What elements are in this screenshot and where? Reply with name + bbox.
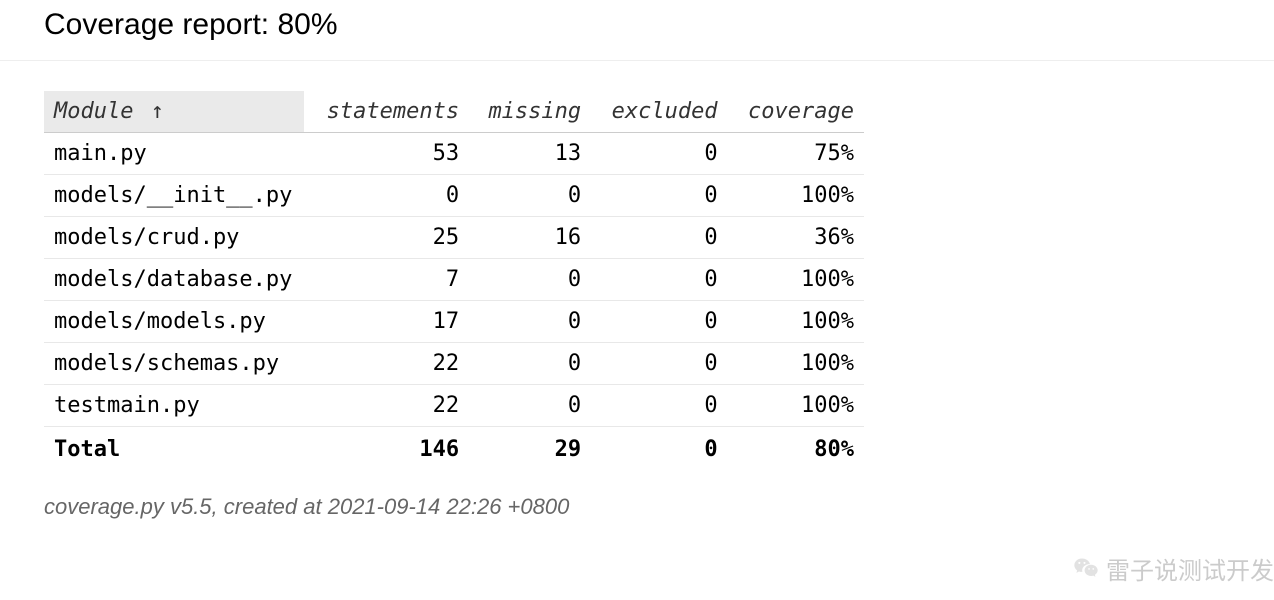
wechat-icon [1072, 555, 1100, 583]
watermark-text: 雷子说测试开发 [1106, 551, 1274, 586]
total-coverage: 80% [728, 427, 864, 471]
module-link[interactable]: models/__init__.py [54, 183, 292, 208]
missing-cell: 0 [469, 343, 591, 385]
module-link[interactable]: main.py [54, 141, 147, 166]
table-row: main.py 5313075% [44, 133, 864, 175]
table-row: models/database.py700100% [44, 259, 864, 301]
total-label: Total [44, 427, 304, 471]
excluded-cell: 0 [591, 217, 727, 259]
table-row: testmain.py2200100% [44, 385, 864, 427]
report-header: Coverage report: 80% [0, 0, 1274, 61]
module-cell: models/crud.py [44, 217, 304, 259]
column-header-missing[interactable]: missing [469, 91, 591, 133]
table-row: models/crud.py 2516036% [44, 217, 864, 259]
module-link[interactable]: models/schemas.py [54, 351, 279, 376]
sort-ascending-icon: ↑ [151, 99, 164, 124]
module-cell: main.py [44, 133, 304, 175]
module-link[interactable]: testmain.py [54, 393, 200, 418]
column-label: Module [54, 99, 133, 124]
table-row: models/schemas.py2200100% [44, 343, 864, 385]
report-content: Module ↑ statements missing excluded cov… [0, 61, 1274, 470]
table-row: models/models.py1700100% [44, 301, 864, 343]
coverage-cell: 36% [728, 217, 864, 259]
coverage-cell: 100% [728, 259, 864, 301]
page-title: Coverage report: 80% [44, 8, 1230, 42]
excluded-cell: 0 [591, 301, 727, 343]
column-header-module[interactable]: Module ↑ [44, 91, 304, 133]
module-cell: models/__init__.py [44, 175, 304, 217]
column-header-coverage[interactable]: coverage [728, 91, 864, 133]
excluded-cell: 0 [591, 259, 727, 301]
module-cell: models/database.py [44, 259, 304, 301]
missing-cell: 13 [469, 133, 591, 175]
table-row: models/__init__.py000100% [44, 175, 864, 217]
coverage-table: Module ↑ statements missing excluded cov… [44, 91, 864, 470]
module-cell: models/schemas.py [44, 343, 304, 385]
column-header-excluded[interactable]: excluded [591, 91, 727, 133]
missing-cell: 16 [469, 217, 591, 259]
missing-cell: 0 [469, 385, 591, 427]
module-cell: testmain.py [44, 385, 304, 427]
statements-cell: 22 [304, 343, 469, 385]
statements-cell: 53 [304, 133, 469, 175]
total-excluded: 0 [591, 427, 727, 471]
module-cell: models/models.py [44, 301, 304, 343]
watermark: 雷子说测试开发 [1072, 551, 1274, 586]
statements-cell: 0 [304, 175, 469, 217]
excluded-cell: 0 [591, 175, 727, 217]
coverage-cell: 100% [728, 301, 864, 343]
table-total-row: Total 146 29 0 80% [44, 427, 864, 471]
statements-cell: 7 [304, 259, 469, 301]
module-link[interactable]: models/models.py [54, 309, 266, 334]
coverage-cell: 100% [728, 385, 864, 427]
missing-cell: 0 [469, 301, 591, 343]
excluded-cell: 0 [591, 343, 727, 385]
statements-cell: 22 [304, 385, 469, 427]
coverage-cell: 100% [728, 175, 864, 217]
excluded-cell: 0 [591, 385, 727, 427]
missing-cell: 0 [469, 259, 591, 301]
statements-cell: 17 [304, 301, 469, 343]
statements-cell: 25 [304, 217, 469, 259]
column-header-statements[interactable]: statements [304, 91, 469, 133]
coverage-cell: 75% [728, 133, 864, 175]
module-link[interactable]: models/crud.py [54, 225, 239, 250]
total-statements: 146 [304, 427, 469, 471]
total-missing: 29 [469, 427, 591, 471]
excluded-cell: 0 [591, 133, 727, 175]
coverage-cell: 100% [728, 343, 864, 385]
module-link[interactable]: models/database.py [54, 267, 292, 292]
missing-cell: 0 [469, 175, 591, 217]
table-header-row: Module ↑ statements missing excluded cov… [44, 91, 864, 133]
report-footer: coverage.py v5.5, created at 2021-09-14 … [0, 470, 1274, 544]
